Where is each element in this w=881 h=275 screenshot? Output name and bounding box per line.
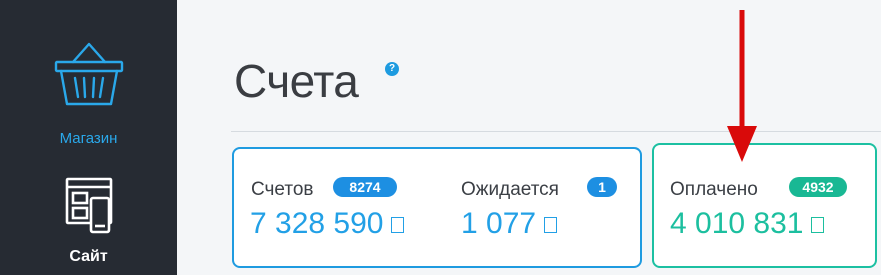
main-content: Счета ? Счетов 8274 7 328 590 Ожидается … xyxy=(177,0,881,275)
stat-amount: 4 010 831 xyxy=(670,207,825,241)
count-badge: 1 xyxy=(587,177,617,197)
help-icon[interactable]: ? xyxy=(385,62,399,76)
currency-icon xyxy=(811,217,825,233)
invoices-summary-card[interactable]: Счетов 8274 7 328 590 Ожидается 1 1 077 xyxy=(232,147,642,268)
currency-icon xyxy=(544,217,558,233)
stat-amount: 7 328 590 xyxy=(250,207,405,241)
count-badge: 4932 xyxy=(789,177,847,197)
red-arrow-annotation xyxy=(727,10,757,162)
sidebar-item-site[interactable]: Сайт xyxy=(0,176,177,266)
site-layout-icon xyxy=(65,177,112,234)
shopping-basket-icon xyxy=(54,42,123,106)
currency-icon xyxy=(391,217,405,233)
count-badge: 8274 xyxy=(333,177,397,197)
amount-value: 7 328 590 xyxy=(250,207,384,240)
stat-label: Счетов xyxy=(251,179,314,200)
amount-value: 4 010 831 xyxy=(670,207,804,240)
paid-summary-card[interactable]: Оплачено 4932 4 010 831 xyxy=(652,143,877,268)
sidebar-item-label: Сайт xyxy=(69,248,108,265)
stat-amount: 1 077 xyxy=(461,207,558,241)
sidebar-item-label: Магазин xyxy=(59,130,118,147)
page-title: Счета xyxy=(234,55,359,107)
sidebar: Магазин Сайт xyxy=(0,0,177,275)
stat-label: Ожидается xyxy=(461,179,559,200)
title-divider xyxy=(231,131,881,132)
sidebar-item-shop[interactable]: Магазин xyxy=(0,40,177,147)
amount-value: 1 077 xyxy=(461,207,537,240)
stat-label: Оплачено xyxy=(670,179,758,200)
